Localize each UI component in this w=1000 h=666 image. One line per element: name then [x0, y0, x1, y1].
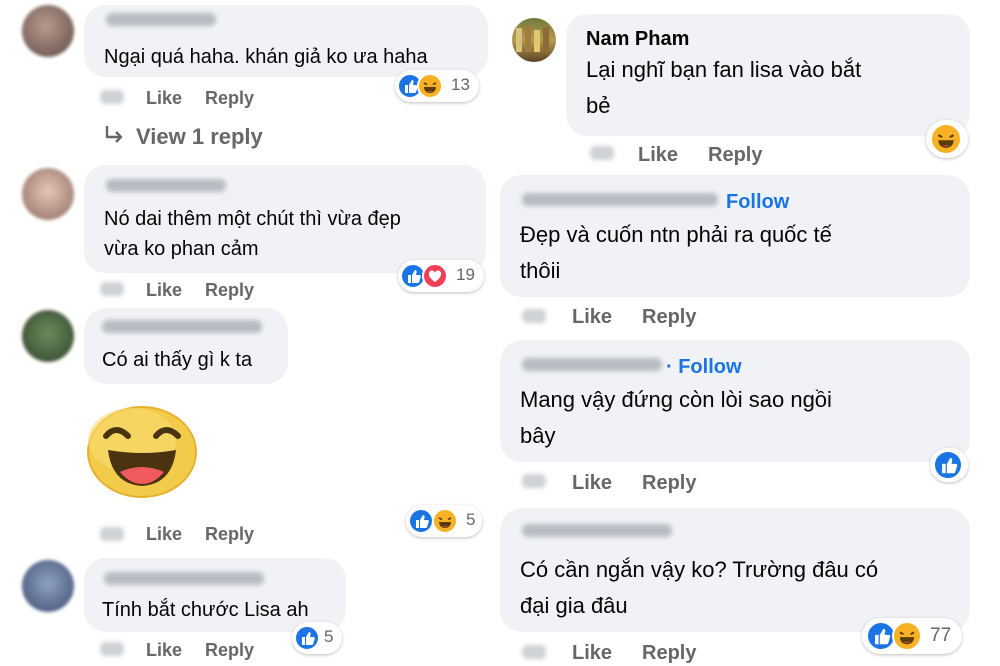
blurred-author-name [106, 13, 216, 26]
timestamp [522, 474, 546, 488]
comment-text-line: đại gia đâu [520, 593, 628, 618]
like-button[interactable]: Like [572, 306, 612, 329]
reply-arrow-icon [102, 124, 126, 151]
view-replies-link[interactable]: View 1 reply [136, 124, 263, 150]
like-reaction-icon [408, 508, 434, 534]
comment-bubble: Nó dai thêm một chút thì vừa đẹp vừa ko … [84, 165, 486, 273]
reply-button[interactable]: Reply [642, 642, 696, 665]
like-button[interactable]: Like [146, 280, 182, 301]
reaction-summary[interactable] [930, 448, 968, 482]
blurred-author-name [522, 358, 662, 371]
haha-reaction-icon [432, 508, 458, 534]
comment-bubble: Tính bắt chước Lisa ah [84, 558, 346, 632]
love-reaction-icon [422, 263, 448, 289]
reaction-count: 13 [451, 75, 470, 94]
comment-bubble: Ngại quá haha. khán giả ko ưa haha [84, 5, 488, 77]
comment-text: Ngại quá haha. khán giả ko ưa haha [104, 46, 428, 68]
avatar[interactable] [512, 18, 556, 62]
comment-text-line: Lại nghĩ bạn fan lisa vào bắt [586, 57, 862, 82]
reaction-count: 5 [324, 627, 334, 646]
haha-reaction-icon [417, 73, 443, 99]
haha-reaction-icon [930, 123, 962, 155]
reaction-summary[interactable]: 5 [406, 505, 482, 537]
comment-bubble: Follow Đẹp và cuốn ntn phải ra quốc tế t… [500, 175, 970, 297]
comment-text-line: Mang vậy đứng còn lòi sao ngồi [520, 387, 832, 412]
reaction-count: 19 [456, 265, 475, 284]
like-reaction-icon [294, 625, 320, 651]
like-button[interactable]: Like [146, 524, 182, 545]
like-reaction-icon [933, 450, 963, 480]
reply-button[interactable]: Reply [205, 524, 254, 545]
reply-button[interactable]: Reply [205, 88, 254, 109]
timestamp [100, 642, 124, 656]
follow-button[interactable]: · Follow [666, 356, 742, 379]
like-button[interactable]: Like [572, 472, 612, 495]
reply-button[interactable]: Reply [708, 144, 762, 167]
timestamp [522, 309, 546, 323]
comment-text-line: Có cần ngắn vậy ko? Trường đâu có [520, 557, 879, 582]
blurred-author-name [104, 572, 264, 585]
like-button[interactable]: Like [146, 88, 182, 109]
reaction-summary[interactable]: 5 [292, 622, 342, 654]
comment-text-line: Đẹp và cuốn ntn phải ra quốc tế [520, 222, 832, 247]
blurred-author-name [522, 193, 718, 206]
timestamp [100, 527, 124, 541]
reply-button[interactable]: Reply [642, 472, 696, 495]
reaction-summary[interactable]: 77 [862, 618, 962, 654]
reaction-count: 5 [466, 510, 476, 529]
haha-sticker [82, 400, 206, 505]
avatar[interactable] [22, 560, 74, 612]
comment-text-line: vừa ko phan cảm [104, 238, 259, 260]
comment-text-line: Nó dai thêm một chút thì vừa đẹp [104, 208, 401, 230]
blurred-author-name [102, 320, 262, 333]
comment-text-line: bây [520, 423, 556, 448]
avatar[interactable] [22, 168, 74, 220]
reaction-summary[interactable]: 19 [398, 260, 484, 292]
like-button[interactable]: Like [572, 642, 612, 665]
comment-text: Có ai thấy gì k ta [102, 349, 253, 371]
comment-bubble: Có cần ngắn vậy ko? Trường đâu có đại gi… [500, 508, 970, 632]
timestamp [100, 282, 124, 296]
reaction-count: 77 [930, 625, 952, 646]
reply-button[interactable]: Reply [642, 306, 696, 329]
reply-button[interactable]: Reply [205, 280, 254, 301]
timestamp [522, 645, 546, 659]
like-button[interactable]: Like [146, 640, 182, 661]
reaction-summary[interactable]: 13 [395, 70, 479, 102]
like-button[interactable]: Like [638, 144, 678, 167]
avatar[interactable] [22, 5, 74, 57]
comment-bubble: Có ai thấy gì k ta [84, 308, 288, 384]
blurred-author-name [106, 179, 226, 192]
timestamp [100, 90, 124, 104]
comment-text: Tính bắt chước Lisa ah [102, 599, 309, 621]
timestamp [590, 146, 614, 160]
comment-text-line: thôii [520, 258, 561, 283]
follow-button[interactable]: Follow [726, 191, 789, 214]
blurred-author-name [522, 524, 672, 537]
avatar[interactable] [22, 310, 74, 362]
reply-button[interactable]: Reply [205, 640, 254, 661]
comment-text-line: bẻ [586, 93, 611, 118]
haha-reaction-icon [892, 621, 922, 651]
reaction-summary[interactable] [926, 120, 968, 158]
comment-bubble: · Follow Mang vậy đứng còn lòi sao ngồi … [500, 340, 970, 462]
author-name[interactable]: Nam Pham [586, 28, 689, 51]
comment-bubble: Nam Pham Lại nghĩ bạn fan lisa vào bắt b… [566, 14, 970, 136]
